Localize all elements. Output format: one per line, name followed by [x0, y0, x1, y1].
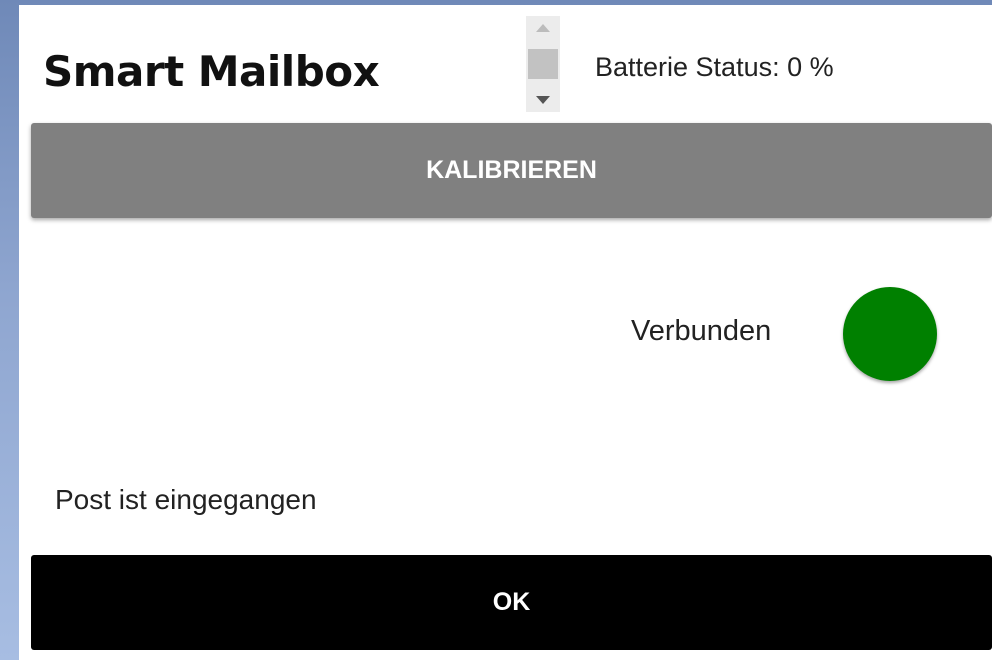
spin-down-arrow-icon[interactable]	[536, 96, 550, 104]
calibrate-button[interactable]: KALIBRIEREN	[31, 123, 992, 218]
status-dot-icon	[843, 287, 937, 381]
app-window: Smart Mailbox Batterie Status: 0 % KALIB…	[19, 5, 992, 660]
scrollbar[interactable]	[526, 16, 560, 112]
app-title: Smart Mailbox	[43, 47, 380, 96]
ok-button[interactable]: OK	[31, 555, 992, 650]
spin-up-arrow-icon[interactable]	[536, 24, 550, 32]
battery-status: Batterie Status: 0 %	[595, 52, 834, 82]
scrollbar-thumb[interactable]	[528, 49, 558, 79]
connection-status-label: Verbunden	[631, 315, 772, 347]
mail-notification: Post ist eingegangen	[55, 484, 317, 515]
